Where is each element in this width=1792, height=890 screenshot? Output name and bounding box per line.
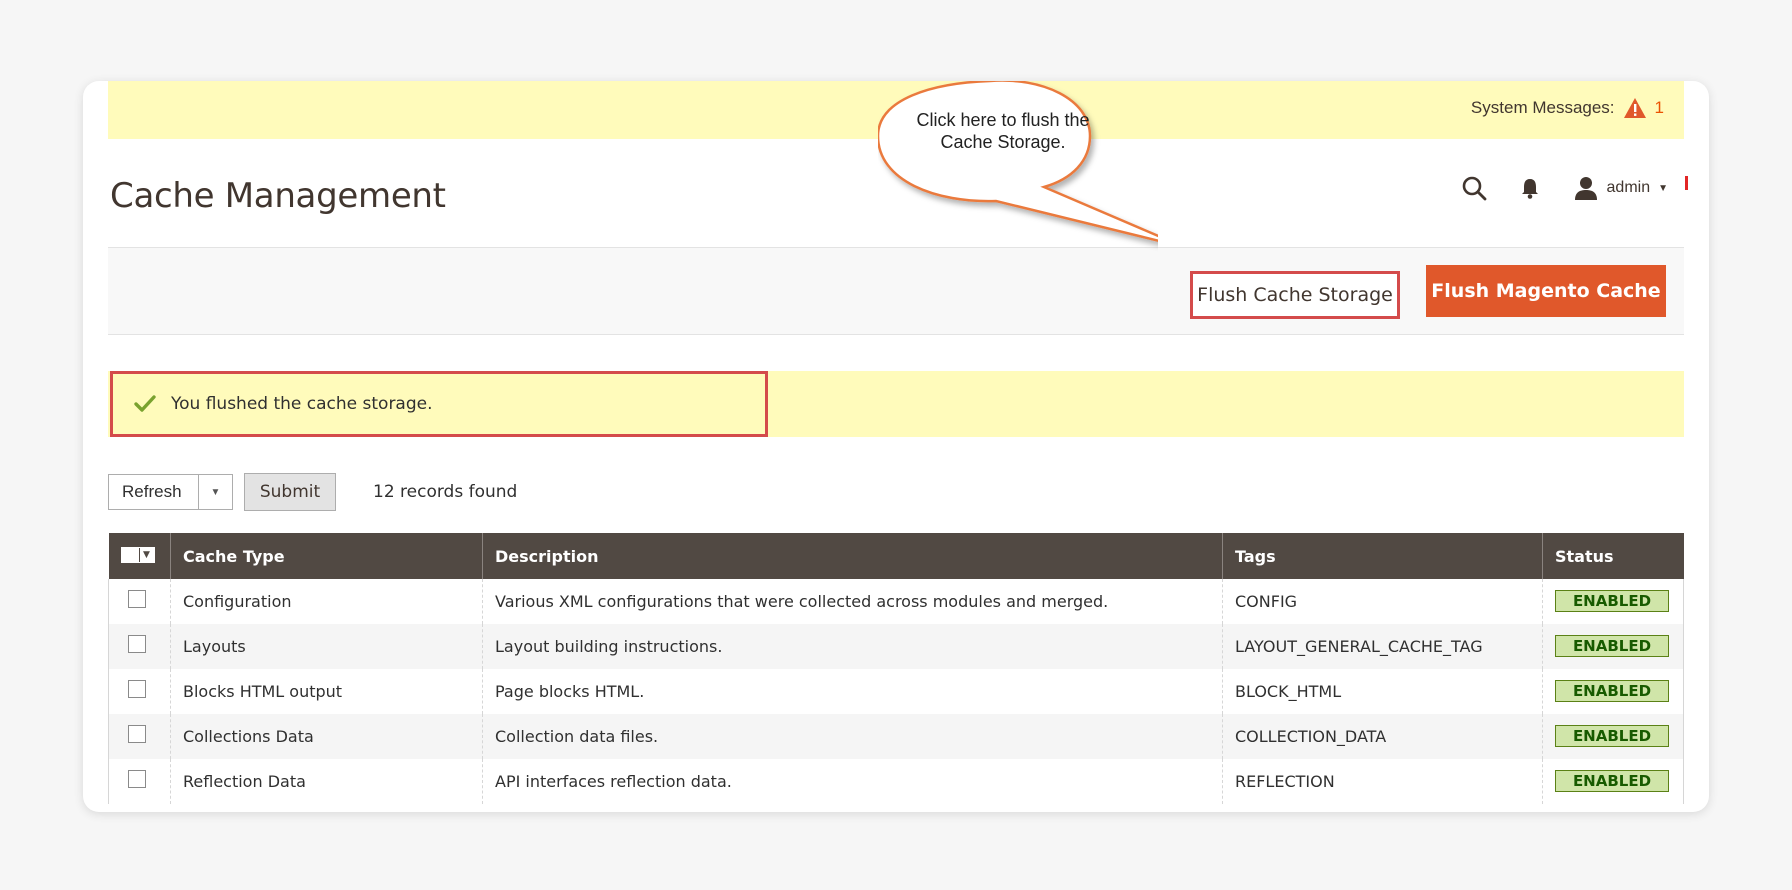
mass-select-checkbox[interactable]: ▼ bbox=[120, 546, 155, 563]
cache-tags: COLLECTION_DATA bbox=[1222, 713, 1543, 759]
system-messages-label: System Messages: bbox=[1470, 98, 1615, 117]
header-tags[interactable]: Tags bbox=[1222, 533, 1543, 579]
cache-type: Reflection Data bbox=[170, 758, 483, 804]
cache-tags: REFLECTION bbox=[1222, 758, 1543, 804]
status-badge: ENABLED bbox=[1555, 590, 1669, 612]
header-actions: admin ▼ bbox=[1461, 175, 1668, 201]
cache-tags: BLOCK_HTML bbox=[1222, 668, 1543, 714]
callout-text: Click here to flush the Cache Storage. bbox=[916, 110, 1090, 152]
edge-marker bbox=[1685, 176, 1688, 190]
cache-type: Configuration bbox=[170, 578, 483, 624]
cache-grid: ▼ Cache Type Description Tags Status Con… bbox=[108, 533, 1684, 804]
chevron-down-icon: ▼ bbox=[198, 475, 232, 509]
status-badge: ENABLED bbox=[1555, 635, 1669, 657]
admin-user-menu[interactable]: admin ▼ bbox=[1573, 175, 1668, 201]
header-status[interactable]: Status bbox=[1542, 533, 1684, 579]
row-checkbox[interactable] bbox=[128, 770, 146, 788]
status-badge: ENABLED bbox=[1555, 725, 1669, 747]
mass-action-selected: Refresh bbox=[122, 482, 182, 501]
mass-select-header[interactable]: ▼ bbox=[108, 533, 171, 579]
header-cache-type[interactable]: Cache Type bbox=[170, 533, 483, 579]
cache-description: Layout building instructions. bbox=[482, 623, 1223, 669]
checkmark-icon bbox=[133, 393, 157, 415]
cache-type: Collections Data bbox=[170, 713, 483, 759]
row-checkbox[interactable] bbox=[128, 635, 146, 653]
row-checkbox[interactable] bbox=[128, 680, 146, 698]
table-row: Configuration Various XML configurations… bbox=[108, 578, 1684, 624]
submit-button[interactable]: Submit bbox=[244, 473, 336, 511]
row-checkbox[interactable] bbox=[128, 590, 146, 608]
records-found: 12 records found bbox=[373, 482, 518, 502]
header-description[interactable]: Description bbox=[482, 533, 1223, 579]
status-badge: ENABLED bbox=[1555, 680, 1669, 702]
page-title: Cache Management bbox=[110, 176, 446, 216]
cache-tags: CONFIG bbox=[1222, 578, 1543, 624]
system-messages-bar bbox=[108, 81, 1684, 139]
admin-panel-card: System Messages: 1 Cache Management admi… bbox=[83, 81, 1709, 812]
cache-type: Blocks HTML output bbox=[170, 668, 483, 714]
table-row: Layouts Layout building instructions. LA… bbox=[108, 623, 1684, 669]
admin-user-label: admin bbox=[1606, 179, 1651, 196]
user-icon bbox=[1573, 175, 1599, 201]
table-row: Reflection Data API interfaces reflectio… bbox=[108, 758, 1684, 804]
cache-description: Collection data files. bbox=[482, 713, 1223, 759]
success-message-text: You flushed the cache storage. bbox=[171, 394, 433, 414]
status-badge: ENABLED bbox=[1555, 770, 1669, 792]
bell-icon[interactable] bbox=[1517, 175, 1543, 201]
row-checkbox[interactable] bbox=[128, 725, 146, 743]
chevron-down-icon: ▼ bbox=[1658, 182, 1668, 194]
cache-description: API interfaces reflection data. bbox=[482, 758, 1223, 804]
grid-header-row: ▼ Cache Type Description Tags Status bbox=[108, 533, 1684, 579]
system-messages-count: 1 bbox=[1654, 98, 1664, 117]
flush-magento-cache-button[interactable]: Flush Magento Cache bbox=[1426, 265, 1666, 317]
table-row: Blocks HTML output Page blocks HTML. BLO… bbox=[108, 668, 1684, 714]
cache-description: Page blocks HTML. bbox=[482, 668, 1223, 714]
cache-type: Layouts bbox=[170, 623, 483, 669]
warning-icon bbox=[1623, 97, 1647, 119]
cache-tags: LAYOUT_GENERAL_CACHE_TAG bbox=[1222, 623, 1543, 669]
system-messages[interactable]: System Messages: 1 bbox=[1471, 97, 1664, 119]
success-message: You flushed the cache storage. bbox=[110, 371, 768, 437]
admin-panel-content: System Messages: 1 Cache Management admi… bbox=[108, 81, 1688, 812]
grid-toolbar: Refresh ▼ Submit 12 records found bbox=[108, 472, 517, 512]
flush-cache-storage-button[interactable]: Flush Cache Storage bbox=[1190, 271, 1400, 319]
table-row: Collections Data Collection data files. … bbox=[108, 713, 1684, 759]
cache-description: Various XML configurations that were col… bbox=[482, 578, 1223, 624]
mass-action-select[interactable]: Refresh ▼ bbox=[108, 474, 233, 510]
search-icon[interactable] bbox=[1461, 175, 1487, 201]
